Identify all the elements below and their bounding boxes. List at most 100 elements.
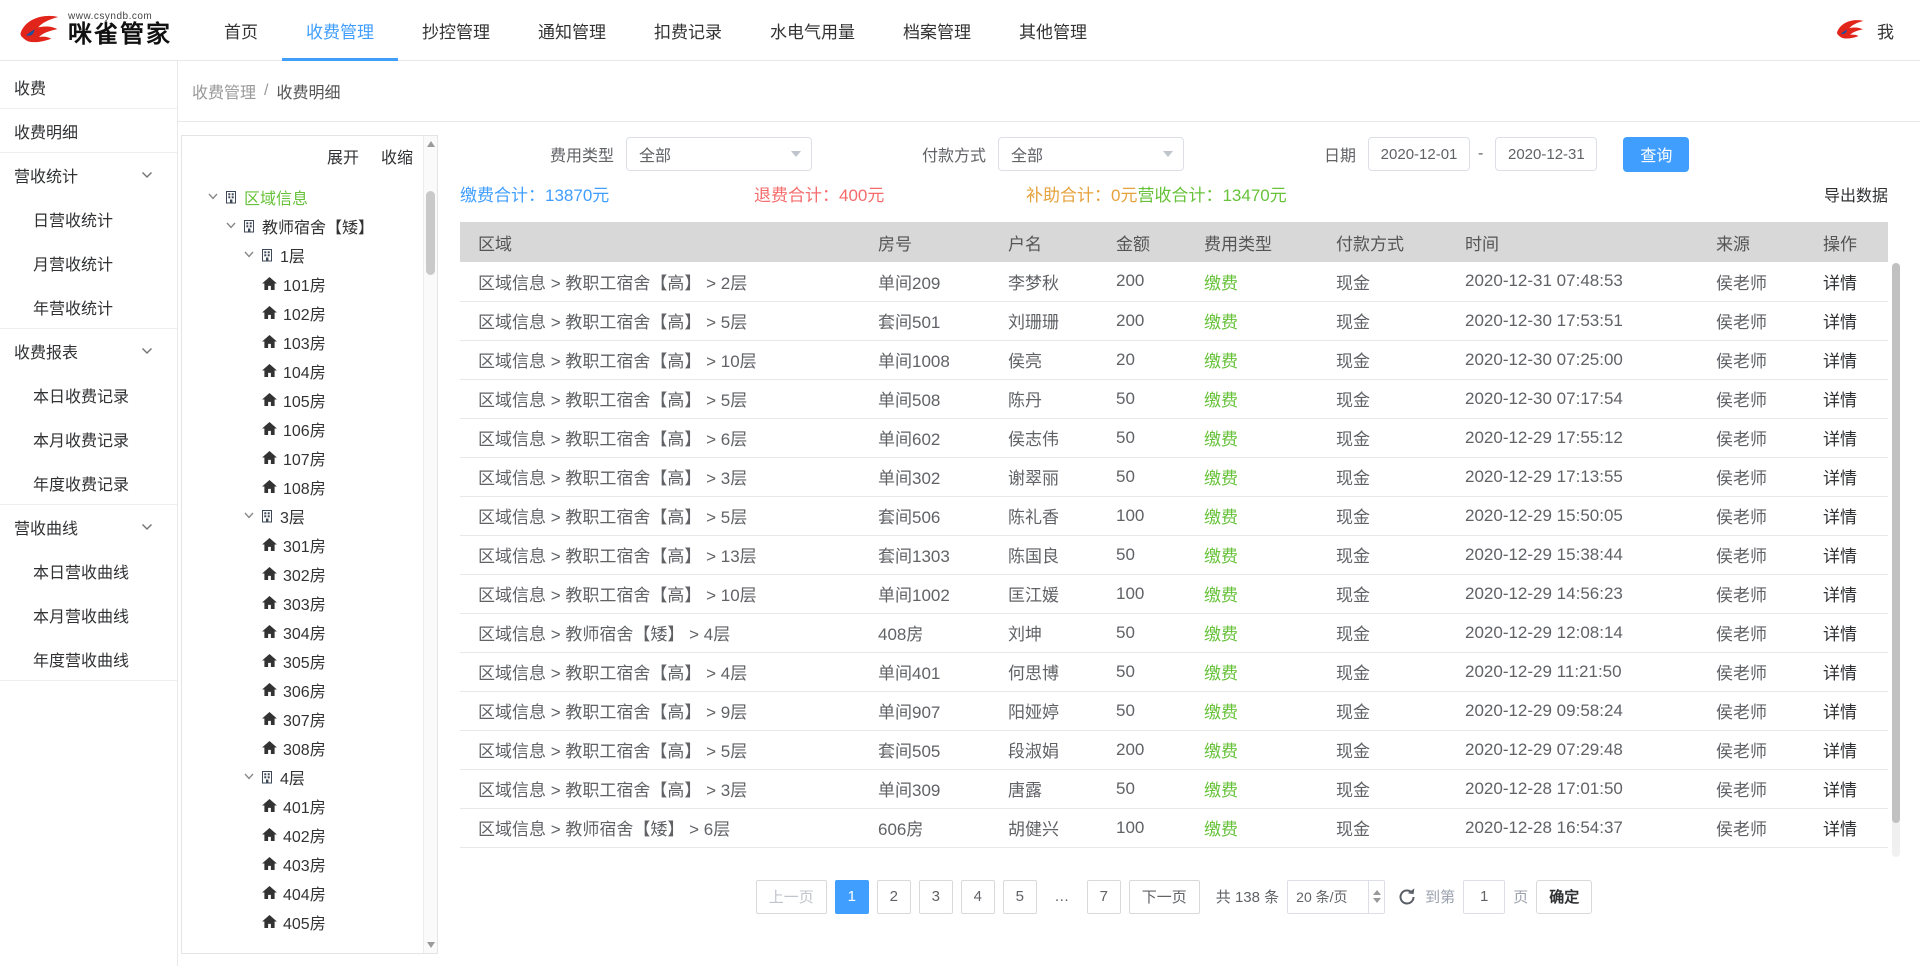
nav-item[interactable]: 首页 — [200, 0, 282, 61]
page-number-button[interactable]: 2 — [877, 880, 911, 914]
sidebar-item[interactable]: 营收统计 — [0, 153, 177, 197]
tree-node[interactable]: 1层 — [182, 240, 437, 269]
page-number-button[interactable]: … — [1045, 880, 1079, 914]
detail-link[interactable]: 详情 — [1805, 418, 1888, 457]
prev-page-button[interactable]: 上一页 — [756, 880, 827, 914]
tree-node[interactable]: 403房 — [182, 849, 437, 878]
sidebar-item[interactable]: 月营收统计 — [0, 241, 177, 285]
tree-caret-icon[interactable] — [226, 222, 236, 229]
nav-item[interactable]: 水电气用量 — [746, 0, 879, 61]
detail-link[interactable]: 详情 — [1805, 613, 1888, 652]
collapse-all-button[interactable]: 收缩 — [381, 144, 413, 168]
tree-node[interactable]: 108房 — [182, 472, 437, 501]
scroll-down-icon[interactable] — [427, 942, 435, 948]
nav-item[interactable]: 其他管理 — [995, 0, 1111, 61]
detail-link[interactable]: 详情 — [1805, 496, 1888, 535]
goto-page-input[interactable] — [1463, 880, 1505, 914]
sidebar-item[interactable]: 营收曲线 — [0, 505, 177, 549]
tree-node[interactable]: 405房 — [182, 907, 437, 936]
tree-node[interactable]: 303房 — [182, 588, 437, 617]
tree-scrollbar-thumb[interactable] — [426, 191, 435, 275]
detail-link[interactable]: 详情 — [1805, 691, 1888, 730]
detail-link[interactable]: 详情 — [1805, 301, 1888, 340]
page-number-button[interactable]: 5 — [1003, 880, 1037, 914]
tree-caret-icon[interactable] — [244, 773, 254, 780]
scroll-up-icon[interactable] — [427, 141, 435, 147]
detail-link[interactable]: 详情 — [1805, 457, 1888, 496]
detail-link[interactable]: 详情 — [1805, 574, 1888, 613]
tree-node[interactable]: 107房 — [182, 443, 437, 472]
tree-node[interactable]: 102房 — [182, 298, 437, 327]
expand-all-button[interactable]: 展开 — [327, 144, 359, 168]
tree-caret-icon[interactable] — [244, 512, 254, 519]
tree-node[interactable]: 区域信息 — [182, 182, 437, 211]
page-number-button[interactable]: 1 — [835, 880, 869, 914]
tree-caret-icon[interactable] — [208, 193, 218, 200]
sidebar-item[interactable]: 本月营收曲线 — [0, 593, 177, 637]
tree-node[interactable]: 404房 — [182, 878, 437, 907]
tree-node[interactable]: 教师宿舍【矮】 — [182, 211, 437, 240]
nav-item[interactable]: 扣费记录 — [630, 0, 746, 61]
detail-link[interactable]: 详情 — [1805, 262, 1888, 301]
tree-node[interactable]: 105房 — [182, 385, 437, 414]
sidebar-item[interactable]: 年度营收曲线 — [0, 637, 177, 681]
export-data-button[interactable]: 导出数据 — [1824, 182, 1888, 206]
tree-node[interactable]: 305房 — [182, 646, 437, 675]
fee-type-select[interactable]: 全部 — [626, 137, 812, 171]
tree-node[interactable]: 103房 — [182, 327, 437, 356]
page-number-button[interactable]: 4 — [961, 880, 995, 914]
sidebar-item[interactable]: 收费 — [0, 65, 177, 109]
tree-node[interactable]: 302房 — [182, 559, 437, 588]
tree-node[interactable]: 307房 — [182, 704, 437, 733]
content-scrollbar[interactable] — [1892, 263, 1900, 857]
user-menu[interactable]: 我 — [1877, 18, 1894, 43]
tree-node[interactable]: 402房 — [182, 820, 437, 849]
nav-item[interactable]: 收费管理 — [282, 0, 398, 61]
tree-node[interactable]: 306房 — [182, 675, 437, 704]
sidebar-item[interactable]: 年营收统计 — [0, 285, 177, 329]
tree-node[interactable]: 308房 — [182, 733, 437, 762]
detail-link[interactable]: 详情 — [1805, 535, 1888, 574]
page-number-button[interactable]: 3 — [919, 880, 953, 914]
tree-caret-icon[interactable] — [244, 251, 254, 258]
sidebar-item[interactable]: 本月收费记录 — [0, 417, 177, 461]
sidebar-item[interactable]: 日营收统计 — [0, 197, 177, 241]
detail-link[interactable]: 详情 — [1805, 652, 1888, 691]
tree-scrollbar[interactable] — [423, 136, 437, 953]
nav-item[interactable]: 档案管理 — [879, 0, 995, 61]
detail-link[interactable]: 详情 — [1805, 769, 1888, 808]
search-button[interactable]: 查询 — [1623, 137, 1689, 172]
refresh-button[interactable] — [1397, 887, 1417, 907]
sidebar-item[interactable]: 本日营收曲线 — [0, 549, 177, 593]
next-page-button[interactable]: 下一页 — [1129, 880, 1200, 914]
tree-node[interactable]: 101房 — [182, 269, 437, 298]
content-scrollbar-thumb[interactable] — [1892, 263, 1900, 823]
tree-node[interactable]: 304房 — [182, 617, 437, 646]
date-start-input[interactable] — [1368, 137, 1470, 171]
page-number-button[interactable]: 7 — [1087, 880, 1121, 914]
tree-node[interactable]: 3层 — [182, 501, 437, 530]
detail-link[interactable]: 详情 — [1805, 808, 1888, 847]
tree-node[interactable]: 401房 — [182, 791, 437, 820]
detail-link[interactable]: 详情 — [1805, 340, 1888, 379]
date-end-input[interactable] — [1495, 137, 1597, 171]
brand-logo[interactable]: www.csyndb.com 咪雀管家 — [0, 10, 172, 50]
confirm-button[interactable]: 确定 — [1536, 880, 1592, 914]
tree-node[interactable]: 106房 — [182, 414, 437, 443]
page-size-select[interactable]: 20 条/页 — [1287, 880, 1385, 914]
nav-item[interactable]: 抄控管理 — [398, 0, 514, 61]
sidebar-item[interactable]: 年度收费记录 — [0, 461, 177, 505]
house-icon — [262, 335, 277, 348]
sidebar-item[interactable]: 收费明细 — [0, 109, 177, 153]
sidebar-item-label: 日营收统计 — [33, 207, 113, 231]
sidebar-item[interactable]: 收费报表 — [0, 329, 177, 373]
pay-method-select[interactable]: 全部 — [998, 137, 1184, 171]
detail-link[interactable]: 详情 — [1805, 730, 1888, 769]
breadcrumb-parent[interactable]: 收费管理 — [192, 79, 256, 103]
nav-item[interactable]: 通知管理 — [514, 0, 630, 61]
tree-node[interactable]: 104房 — [182, 356, 437, 385]
tree-node[interactable]: 301房 — [182, 530, 437, 559]
tree-node[interactable]: 4层 — [182, 762, 437, 791]
detail-link[interactable]: 详情 — [1805, 379, 1888, 418]
sidebar-item[interactable]: 本日收费记录 — [0, 373, 177, 417]
